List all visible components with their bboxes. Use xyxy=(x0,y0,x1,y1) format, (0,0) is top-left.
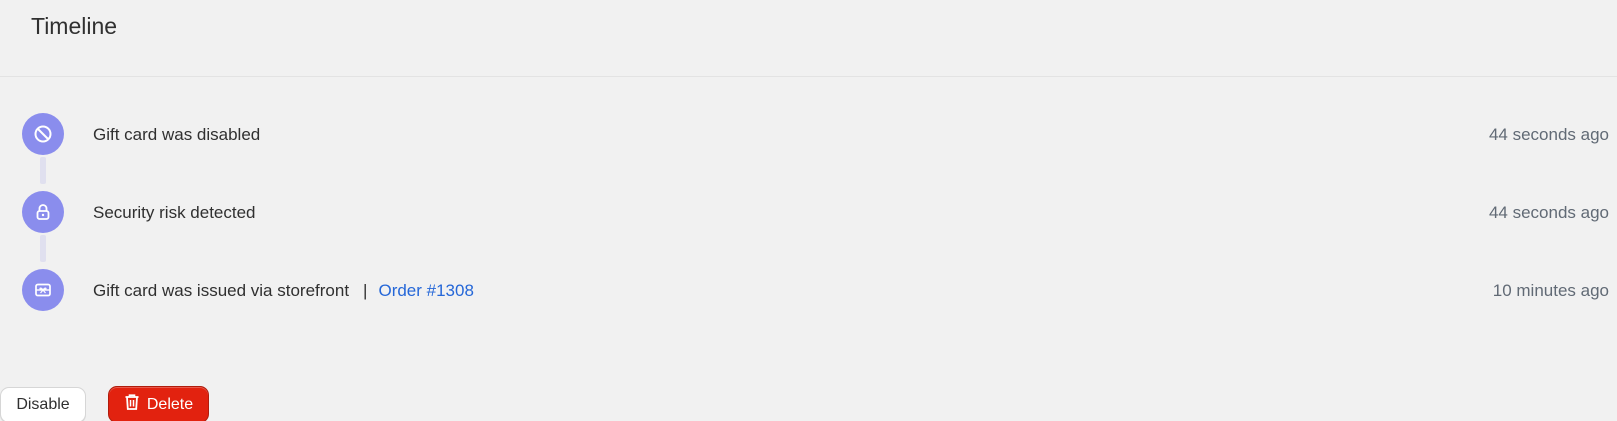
event-timestamp: 44 seconds ago xyxy=(1488,125,1609,144)
timeline-event: Security risk detected 44 seconds ago xyxy=(0,191,1617,233)
trash-icon xyxy=(124,393,140,416)
timeline-dot xyxy=(22,269,64,311)
gift-card-icon xyxy=(33,280,53,300)
card-title: Timeline xyxy=(31,13,118,39)
event-separator: | xyxy=(363,281,368,300)
disabled-icon xyxy=(33,124,53,144)
disable-button[interactable]: Disable xyxy=(0,387,86,421)
timeline-card: Timeline Gift card was disabled 44 secon… xyxy=(0,0,1617,421)
delete-button-label: Delete xyxy=(146,395,194,413)
card-header: Timeline xyxy=(0,0,1617,77)
timeline-dot xyxy=(22,191,64,233)
timeline-event: Gift card was issued via storefront | Orde… xyxy=(0,269,1617,311)
event-description: Security risk detected xyxy=(93,203,256,222)
order-link[interactable]: Order #1308 xyxy=(378,281,473,300)
event-timestamp: 10 minutes ago xyxy=(1492,281,1609,300)
timeline-connector xyxy=(40,235,46,262)
delete-button[interactable]: Delete xyxy=(108,386,209,421)
timeline-connector xyxy=(40,157,46,184)
timeline-dot xyxy=(22,113,64,155)
event-description-row: Gift card was issued via storefront | Orde… xyxy=(93,281,474,301)
timeline-event: Gift card was disabled 44 seconds ago xyxy=(0,113,1617,155)
lock-icon xyxy=(33,202,53,222)
event-timestamp: 44 seconds ago xyxy=(1488,203,1609,222)
event-description: Gift card was issued via storefront xyxy=(93,281,350,300)
event-description: Gift card was disabled xyxy=(93,125,261,144)
